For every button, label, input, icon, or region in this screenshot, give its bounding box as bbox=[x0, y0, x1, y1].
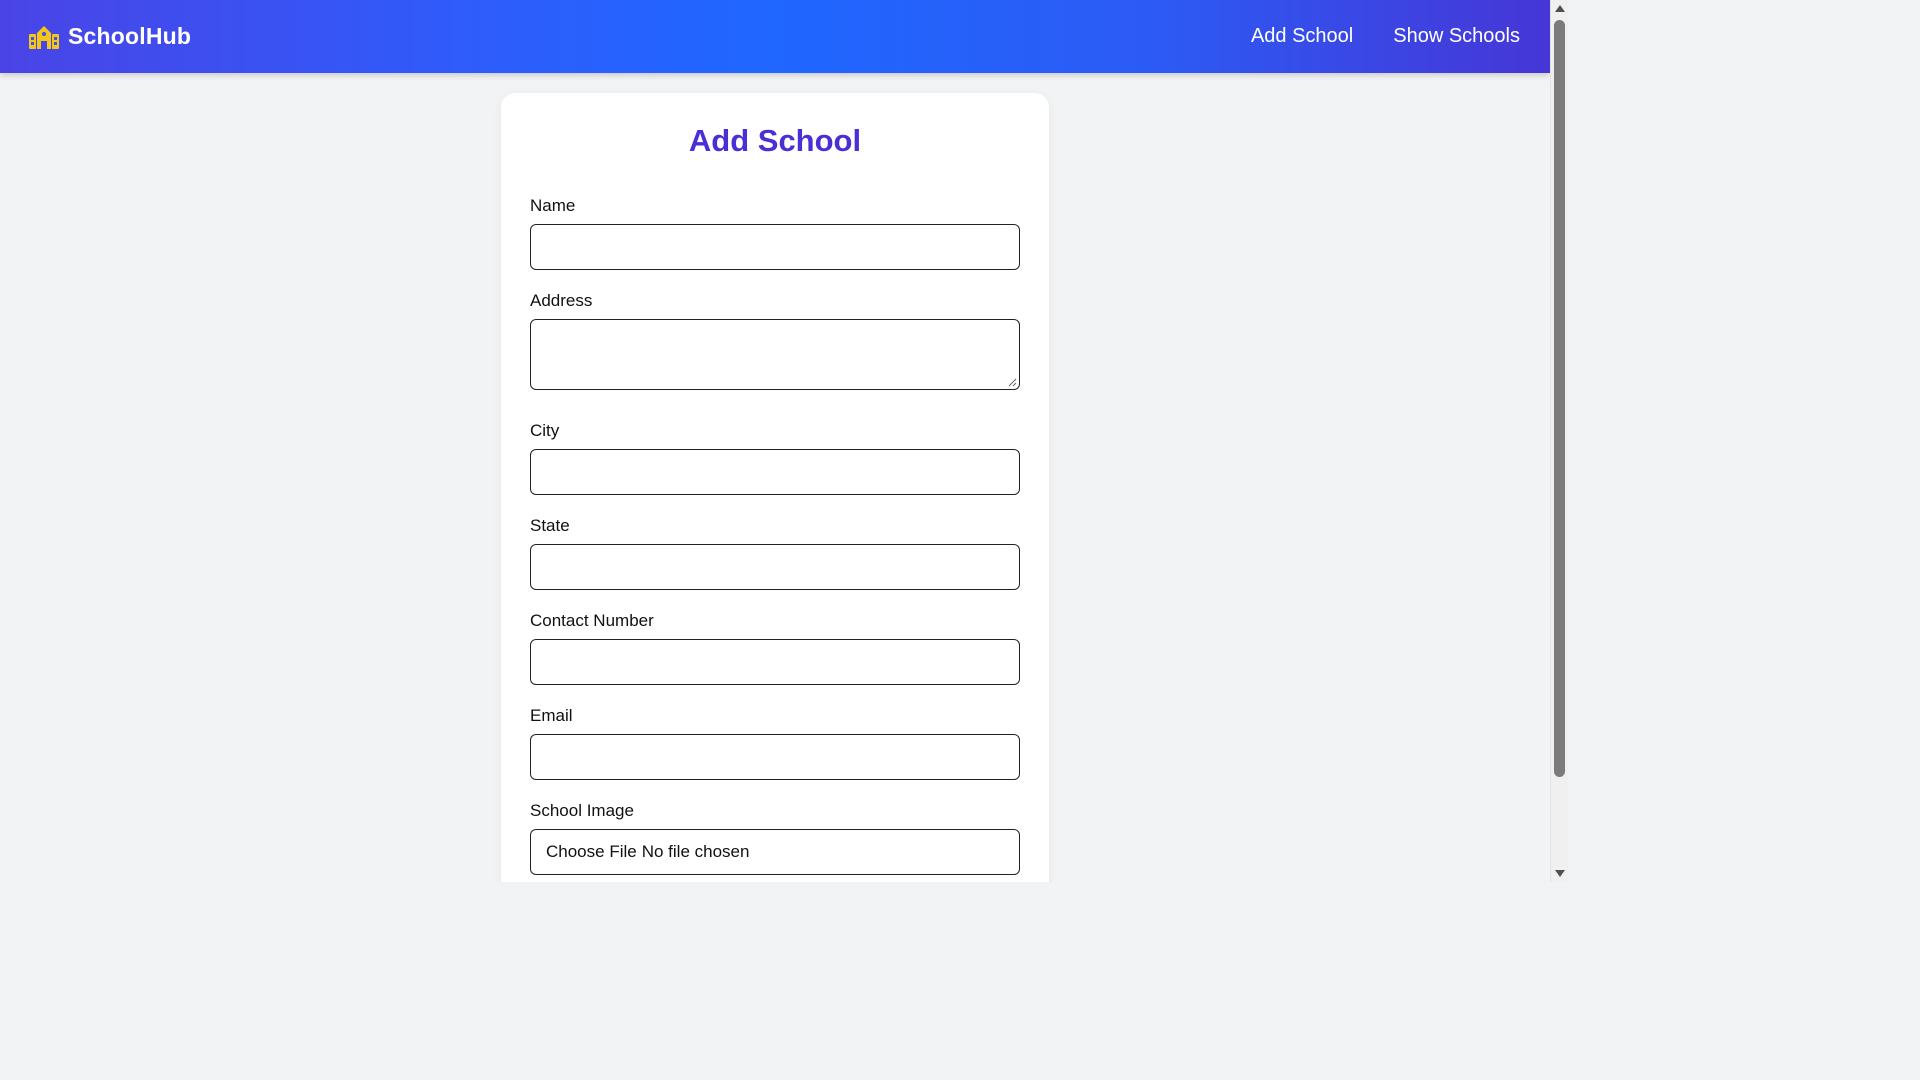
name-input[interactable] bbox=[530, 224, 1020, 270]
brand[interactable]: SchoolHub bbox=[28, 23, 191, 50]
school-building-icon bbox=[29, 25, 59, 49]
state-label: State bbox=[530, 516, 570, 535]
school-image-file-input[interactable]: Choose File No file chosen bbox=[530, 829, 1020, 875]
contact-number-input[interactable] bbox=[530, 639, 1020, 685]
page-viewport: SchoolHub Add School Show Schools Add Sc… bbox=[0, 0, 1550, 882]
file-status-text: No file chosen bbox=[641, 842, 750, 861]
brand-name: SchoolHub bbox=[68, 23, 192, 49]
address-label: Address bbox=[530, 291, 593, 310]
contact-field-group: Contact Number bbox=[530, 611, 1020, 685]
state-field-group: State bbox=[530, 516, 1020, 590]
form-title: Add School bbox=[688, 123, 862, 158]
contact-number-label: Contact Number bbox=[530, 611, 654, 630]
navbar: SchoolHub Add School Show Schools bbox=[0, 0, 1550, 73]
add-school-form-card: Add School Name Address City State Conta… bbox=[501, 93, 1049, 882]
address-textarea-wrap bbox=[530, 319, 1020, 390]
school-image-field-group: School Image Choose File No file chosen bbox=[530, 801, 1020, 875]
nav-show-schools-link[interactable]: Show Schools bbox=[1393, 25, 1520, 48]
state-input[interactable] bbox=[530, 544, 1020, 590]
school-image-label: School Image bbox=[530, 801, 634, 820]
email-label: Email bbox=[530, 706, 573, 725]
scroll-down-arrow-icon[interactable] bbox=[1555, 870, 1565, 877]
nav-links: Add School Show Schools bbox=[1251, 25, 1520, 48]
city-input[interactable] bbox=[530, 449, 1020, 495]
city-label: City bbox=[530, 421, 560, 440]
resize-grip-icon[interactable] bbox=[1008, 378, 1017, 387]
address-field-group: Address bbox=[530, 291, 1020, 390]
scroll-up-arrow-icon[interactable] bbox=[1555, 5, 1565, 12]
city-field-group: City bbox=[530, 421, 1020, 495]
page-scrollbar[interactable] bbox=[1550, 0, 1568, 882]
nav-add-school-link[interactable]: Add School bbox=[1251, 25, 1353, 48]
choose-file-button[interactable]: Choose File bbox=[546, 842, 637, 862]
address-textarea[interactable] bbox=[530, 319, 1020, 390]
name-field-group: Name bbox=[530, 196, 1020, 270]
name-label: Name bbox=[530, 196, 576, 215]
email-field-group: Email bbox=[530, 706, 1020, 780]
email-input[interactable] bbox=[530, 734, 1020, 780]
scrollbar-thumb[interactable] bbox=[1554, 20, 1565, 777]
